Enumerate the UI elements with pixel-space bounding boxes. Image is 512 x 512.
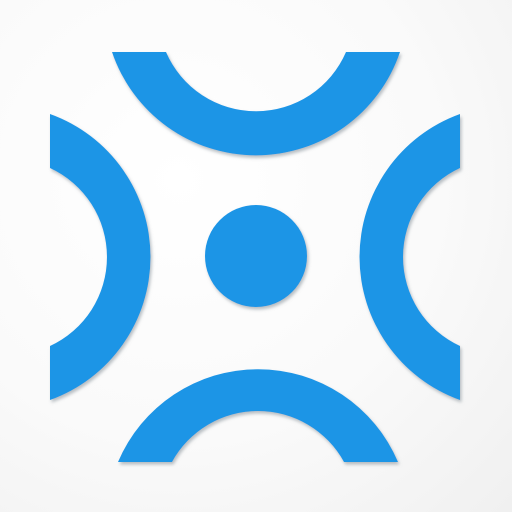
top-arc-shape xyxy=(112,52,400,156)
app-icon-canvas xyxy=(0,0,512,512)
bottom-arc-shape xyxy=(118,369,398,462)
left-arc-shape xyxy=(50,114,151,400)
center-dot-shape xyxy=(205,205,307,307)
right-arc-shape xyxy=(359,114,460,400)
expand-arcs-dot-icon xyxy=(50,52,460,462)
